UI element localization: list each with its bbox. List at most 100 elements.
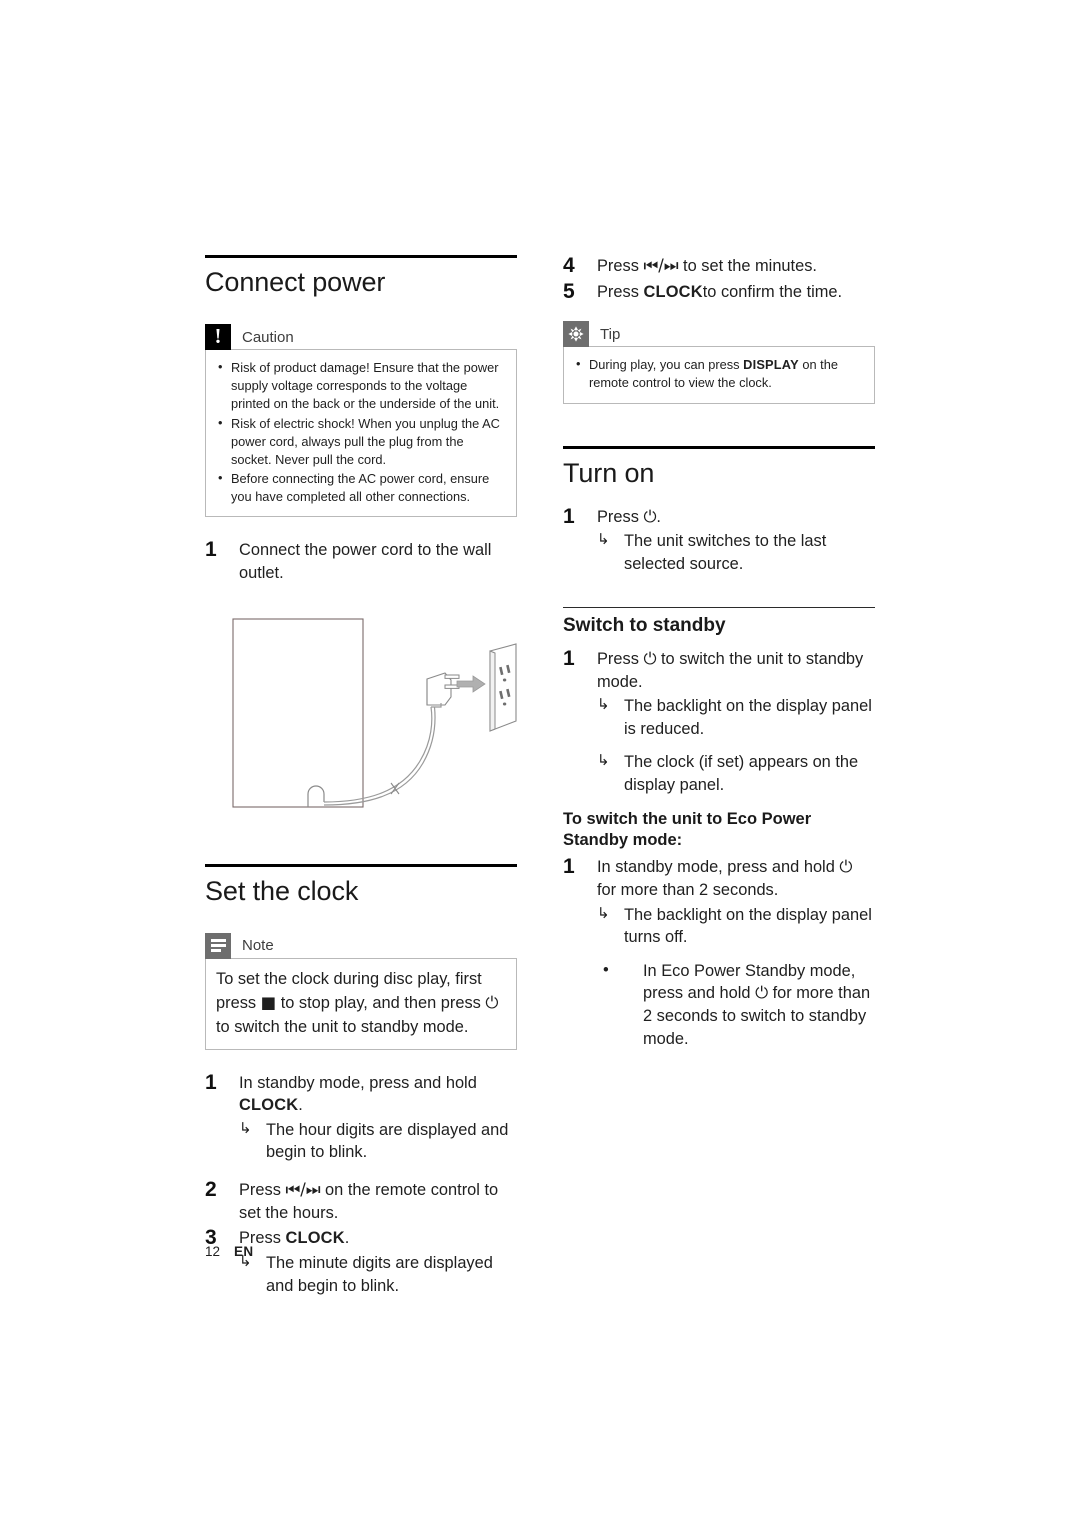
caution-list: Risk of product damage! Ensure that the … <box>216 358 506 506</box>
page-title-connect-power: Connect power <box>205 267 386 297</box>
stop-icon: ■ <box>260 993 277 1013</box>
result-item: The backlight on the display panel is re… <box>597 695 875 740</box>
result-item: The backlight on the display panel turns… <box>597 904 875 949</box>
connect-power-steps: 1 Connect the power cord to the wall out… <box>205 538 517 584</box>
page-title-turn-on: Turn on <box>563 457 655 488</box>
power-icon: ⏻ <box>839 857 853 877</box>
asterisk-starburst-icon <box>563 321 589 348</box>
step-text-b: . <box>298 1096 303 1115</box>
tip-list: During play, you can press DISPLAY on th… <box>574 355 864 392</box>
step-number: 5 <box>563 279 575 303</box>
left-column: Connect power ! Caution Risk of product … <box>205 255 517 1300</box>
step-number: 1 <box>563 646 575 670</box>
step-item: 1 Press ⏻. The unit switches to the last… <box>563 504 875 576</box>
step-results: The backlight on the display panel turns… <box>597 904 875 949</box>
tip-callout: Tip During play, you can press DISPLAY o… <box>563 321 875 404</box>
step-item: 5 Press CLOCKto confirm the time. <box>563 279 875 304</box>
list-item: During play, you can press DISPLAY on th… <box>574 355 864 392</box>
exclamation-icon: ! <box>205 323 231 351</box>
step-text-b: for more than 2 seconds. <box>597 880 779 899</box>
tip-header: Tip <box>563 321 875 348</box>
eco-note-list: In Eco Power Standby mode, press and hol… <box>597 959 875 1051</box>
note-body: To set the clock during disc play, first… <box>205 957 517 1050</box>
section-switch-to-standby: Switch to standby 1 Press ⏻ to switch th… <box>563 606 875 1051</box>
page-language: EN <box>234 1244 254 1259</box>
button-name-clock: CLOCK <box>239 1096 299 1115</box>
section-rule <box>563 445 875 449</box>
section-set-the-clock: Set the clock Note To set the clock duri… <box>205 863 517 1298</box>
page-footer: 12 EN <box>205 1244 254 1259</box>
step-text: Connect the power cord to the wall outle… <box>239 541 492 582</box>
note-text-b: to stop play, and then press <box>276 994 486 1013</box>
power-icon: ⏻ <box>643 648 657 668</box>
step-results: The unit switches to the last selected s… <box>597 530 875 575</box>
right-column: 4 Press ⏮/⏭ to set the minutes. 5 Press … <box>563 254 875 1053</box>
turn-on-steps: 1 Press ⏻. The unit switches to the last… <box>563 504 875 576</box>
step-item: 2 Press ⏮/⏭ on the remote control to set… <box>205 1178 517 1224</box>
step-text-a: In standby mode, press and hold <box>239 1073 477 1092</box>
step-number: 1 <box>563 504 575 528</box>
set-clock-steps: 1 In standby mode, press and hold CLOCK.… <box>205 1070 517 1298</box>
eco-power-standby-heading: To switch the unit to Eco Power Standby … <box>563 809 812 850</box>
note-label: Note <box>242 937 274 955</box>
list-item: Before connecting the AC power cord, ens… <box>216 469 506 506</box>
result-item: The hour digits are displayed and begin … <box>239 1119 517 1164</box>
page-number: 12 <box>205 1244 221 1259</box>
list-item: In Eco Power Standby mode, press and hol… <box>597 959 875 1051</box>
direction-arrow <box>456 674 486 693</box>
step-text-b: to confirm the time. <box>702 282 843 301</box>
step-item: 3 Press CLOCK. The minute digits are dis… <box>205 1226 517 1297</box>
tip-text-a: During play, you can press <box>589 357 744 373</box>
section-turn-on: Turn on 1 Press ⏻. The unit switches to … <box>563 445 875 576</box>
section-connect-power: Connect power ! Caution Risk of product … <box>205 255 517 826</box>
skip-track-icon: ⏮/⏭ <box>285 1180 321 1200</box>
power-icon: ⏻ <box>755 983 769 1003</box>
step-item: 1 In standby mode, press and hold CLOCK.… <box>205 1070 517 1165</box>
note-lines-icon <box>205 932 231 959</box>
tip-label: Tip <box>600 325 621 343</box>
section-rule <box>205 255 517 258</box>
section-rule <box>205 863 517 867</box>
list-item: Risk of electric shock! When you unplug … <box>216 414 506 469</box>
caution-label: Caution <box>242 328 294 346</box>
illustration-svg <box>232 618 517 808</box>
subsection-rule <box>563 606 875 609</box>
step-text-a: Press <box>597 257 644 275</box>
caution-callout: ! Caution Risk of product damage! Ensure… <box>205 323 517 518</box>
step-text-a: Press <box>597 507 644 526</box>
caution-body: Risk of product damage! Ensure that the … <box>205 349 517 518</box>
step-results: The backlight on the display panel is re… <box>597 695 875 797</box>
step-text-b: to set the minutes. <box>678 257 817 275</box>
note-text-c: to switch the unit to standby mode. <box>216 1017 469 1036</box>
page-title-set-the-clock: Set the clock <box>205 875 359 906</box>
step-text-a: Press <box>239 1181 286 1200</box>
button-name-clock: CLOCK <box>285 1229 345 1248</box>
step-item: 1 Press ⏻ to switch the unit to standby … <box>563 646 875 797</box>
step-number: 2 <box>205 1178 217 1202</box>
subsection-title-switch-to-standby: Switch to standby <box>563 615 726 637</box>
note-lines-glyph <box>210 939 226 953</box>
exclamation-glyph: ! <box>214 323 222 348</box>
plug-prong-top <box>444 674 460 679</box>
result-item: The unit switches to the last selected s… <box>597 530 875 575</box>
button-name-display: DISPLAY <box>743 357 799 373</box>
step-results: The minute digits are displayed and begi… <box>239 1252 517 1297</box>
note-callout: Note To set the clock during disc play, … <box>205 932 517 1050</box>
step-text-b: . <box>656 507 661 526</box>
step-number: 1 <box>205 1070 217 1094</box>
starburst-glyph <box>568 326 584 342</box>
power-cord-to-wall-outlet-illustration <box>205 611 517 826</box>
step-item: 1 In standby mode, press and hold ⏻ for … <box>563 855 875 1051</box>
step-number: 4 <box>563 254 575 277</box>
tip-body: During play, you can press DISPLAY on th… <box>563 346 875 404</box>
button-name-clock: CLOCK <box>643 282 703 301</box>
wall-outlet <box>489 642 517 732</box>
power-icon: ⏻ <box>485 993 499 1013</box>
step-item: 4 Press ⏮/⏭ to set the minutes. <box>563 254 875 278</box>
note-header: Note <box>205 932 517 959</box>
step-results: The hour digits are displayed and begin … <box>239 1119 517 1164</box>
result-item: The clock (if set) appears on the displa… <box>597 751 875 796</box>
step-number: 1 <box>205 538 217 562</box>
unit-rear-panel <box>232 618 364 808</box>
